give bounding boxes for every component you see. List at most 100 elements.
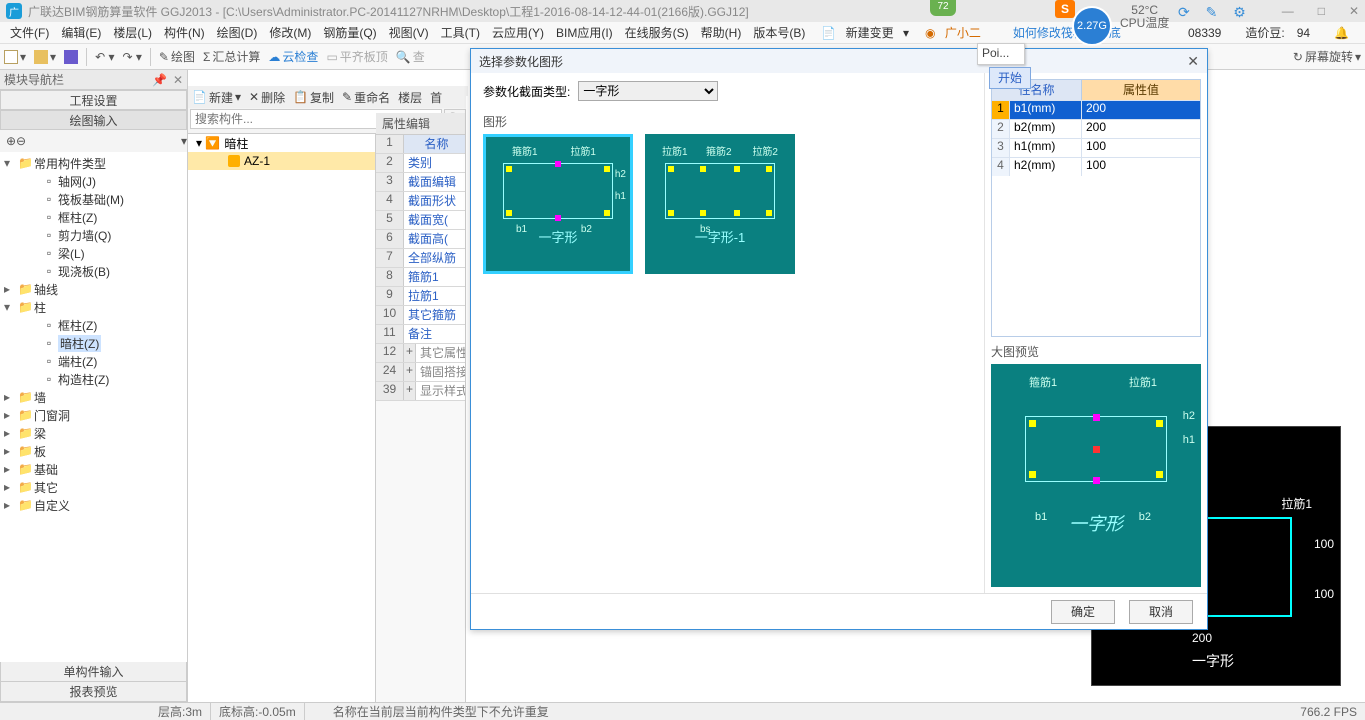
single-input-button[interactable]: 单构件输入 [0, 662, 187, 682]
param-table-row[interactable]: 4h2(mm)100 [992, 157, 1200, 176]
menu-file[interactable]: 文件(F) [4, 24, 55, 41]
copy-component-button[interactable]: 📋 复制 [293, 89, 334, 106]
shape-card-1[interactable]: 箍筋1 拉筋1 b1 b2 h1 h2 一字形 [483, 134, 633, 274]
menu-rebar[interactable]: 钢筋量(Q) [317, 24, 382, 41]
prop-row[interactable]: 9拉筋1 [376, 287, 465, 306]
component-instance-tree[interactable]: ▾ 🔽 暗柱 AZ-1 [188, 134, 376, 702]
shape-card-2[interactable]: 拉筋1 箍筋2 拉筋2 bs 一字形-1 [645, 134, 795, 274]
tree-item[interactable]: ▸📁板 [0, 442, 187, 460]
redo-button[interactable]: ↷ ▾ [122, 50, 141, 64]
prop-row[interactable]: 11备注 [376, 325, 465, 344]
menu-modify[interactable]: 修改(M) [263, 24, 317, 41]
tree-item[interactable]: ▸📁墙 [0, 388, 187, 406]
prop-row[interactable]: 10其它箍筋 [376, 306, 465, 325]
project-settings-button[interactable]: 工程设置 [0, 90, 187, 110]
tree-item-child[interactable]: ▫筏板基础(M) [0, 190, 187, 208]
first-button[interactable]: 首 [430, 89, 442, 106]
prop-row[interactable]: 24+锚固搭接 [376, 363, 465, 382]
tree-item-child[interactable]: ▫现浇板(B) [0, 262, 187, 280]
tree-item[interactable]: ▸📁其它 [0, 478, 187, 496]
delete-component-button[interactable]: ✕ 删除 [249, 89, 285, 106]
nav-close-icon[interactable]: ✕ [173, 73, 183, 87]
new-component-button[interactable]: 📄 新建 ▾ [192, 89, 241, 106]
prop-row[interactable]: 4截面形状 [376, 192, 465, 211]
flat-top-button[interactable]: ▭ 平齐板顶 [326, 48, 387, 65]
prop-row[interactable]: 2类别 [376, 154, 465, 173]
prop-row[interactable]: 6截面高( [376, 230, 465, 249]
prop-row[interactable]: 1名称 [376, 135, 465, 154]
menu-online[interactable]: 在线服务(S) [619, 24, 695, 41]
new-file-button[interactable]: ▾ [4, 50, 26, 64]
tree-item-child[interactable]: ▫端柱(Z) [0, 352, 187, 370]
tree-item[interactable]: ▸📁梁 [0, 424, 187, 442]
save-file-button[interactable] [64, 50, 78, 64]
tree-item-child[interactable]: ▫框柱(Z) [0, 316, 187, 334]
title-tool-icons[interactable]: ⟳ ✎ ⚙ [1178, 4, 1252, 21]
draw-button[interactable]: ✎ 绘图 [159, 48, 195, 65]
sum-button[interactable]: Σ 汇总计算 [203, 48, 260, 65]
screen-rotate-button[interactable]: ↻ 屏幕旋转 ▾ [1293, 48, 1361, 65]
tree-item-child[interactable]: ▫框柱(Z) [0, 208, 187, 226]
user-indicator[interactable]: ◉ 广小二 [919, 24, 993, 41]
floor-button[interactable]: 楼层 [398, 89, 422, 106]
rename-component-button[interactable]: ✎ 重命名 [342, 89, 390, 106]
tree-item[interactable]: ▸📁自定义 [0, 496, 187, 514]
tree-item-child[interactable]: ▫梁(L) [0, 244, 187, 262]
param-table-row[interactable]: 3h1(mm)100 [992, 138, 1200, 157]
tree-item-child[interactable]: ▫剪力墙(Q) [0, 226, 187, 244]
menu-edit[interactable]: 编辑(E) [55, 24, 107, 41]
undo-button[interactable]: ↶ ▾ [95, 50, 114, 64]
report-preview-button[interactable]: 报表预览 [0, 682, 187, 702]
open-file-button[interactable]: ▾ [34, 50, 56, 64]
window-minimize[interactable]: — [1282, 4, 1294, 18]
dialog-titlebar[interactable]: 选择参数化图形 ✕ [471, 49, 1207, 73]
cloud-check-button[interactable]: ☁ 云检查 [268, 48, 318, 65]
sogou-badge[interactable]: S [1055, 0, 1075, 18]
menu-cloud[interactable]: 云应用(Y) [486, 24, 550, 41]
property-grid[interactable]: 1名称2类别3截面编辑4截面形状5截面宽(6截面高(7全部纵筋8箍筋19拉筋11… [376, 135, 465, 401]
tree-item[interactable]: ▸📁门窗洞 [0, 406, 187, 424]
window-maximize[interactable]: □ [1318, 4, 1325, 18]
cancel-button[interactable]: 取消 [1129, 600, 1193, 624]
param-type-select[interactable]: 一字形 [578, 81, 718, 101]
menu-floor[interactable]: 楼层(L) [107, 24, 158, 41]
tree-item-child[interactable]: ▫构造柱(Z) [0, 370, 187, 388]
expand-icon[interactable]: ⊕⊖ [6, 134, 26, 148]
tree-item-child[interactable]: ▫轴网(J) [0, 172, 187, 190]
prop-row[interactable]: 8箍筋1 [376, 268, 465, 287]
menu-help[interactable]: 帮助(H) [695, 24, 748, 41]
param-table-row[interactable]: 1b1(mm)200 [992, 100, 1200, 119]
memory-badge[interactable]: 2.27G [1072, 6, 1112, 46]
param-table[interactable]: 性名称 属性值 1b1(mm)2002b2(mm)2003h1(mm)1004h… [991, 79, 1201, 337]
window-close[interactable]: ✕ [1349, 4, 1359, 18]
dialog-close-button[interactable]: ✕ [1187, 53, 1199, 70]
tree2-root[interactable]: ▾ 🔽 暗柱 [188, 134, 375, 152]
bell-icon[interactable]: 🔔 [1328, 26, 1355, 40]
prop-row[interactable]: 7全部纵筋 [376, 249, 465, 268]
prop-row[interactable]: 5截面宽( [376, 211, 465, 230]
tree-item[interactable]: ▸📁基础 [0, 460, 187, 478]
tree2-item-az1[interactable]: AZ-1 [188, 152, 375, 170]
tree-item[interactable]: ▾📁柱 [0, 298, 187, 316]
prop-row[interactable]: 39+显示样式 [376, 382, 465, 401]
menu-tools[interactable]: 工具(T) [435, 24, 486, 41]
prop-row[interactable]: 3截面编辑 [376, 173, 465, 192]
draw-input-button[interactable]: 绘图输入 [0, 110, 187, 130]
prop-row[interactable]: 12+其它属性 [376, 344, 465, 363]
menu-view[interactable]: 视图(V) [383, 24, 435, 41]
nav-pin-icon[interactable]: 📌 [152, 73, 167, 87]
component-tree[interactable]: ▾📁常用构件类型▫轴网(J)▫筏板基础(M)▫框柱(Z)▫剪力墙(Q)▫梁(L)… [0, 152, 187, 662]
health-badge[interactable]: 72 [930, 0, 956, 16]
menu-version[interactable]: 版本号(B) [747, 24, 811, 41]
menu-bim[interactable]: BIM应用(I) [550, 24, 619, 41]
nav-more-icon[interactable]: ▾ [181, 134, 187, 148]
tree-item-child[interactable]: ▫暗柱(Z) [0, 334, 187, 352]
ok-button[interactable]: 确定 [1051, 600, 1115, 624]
menu-component[interactable]: 构件(N) [158, 24, 211, 41]
param-table-row[interactable]: 2b2(mm)200 [992, 119, 1200, 138]
new-change-button[interactable]: 📄 新建变更 ▾ [815, 24, 915, 41]
find-button[interactable]: 🔍 查 [396, 48, 425, 65]
start-button[interactable]: 开始 [989, 67, 1031, 89]
menu-draw[interactable]: 绘图(D) [211, 24, 264, 41]
tree-item[interactable]: ▾📁常用构件类型 [0, 154, 187, 172]
